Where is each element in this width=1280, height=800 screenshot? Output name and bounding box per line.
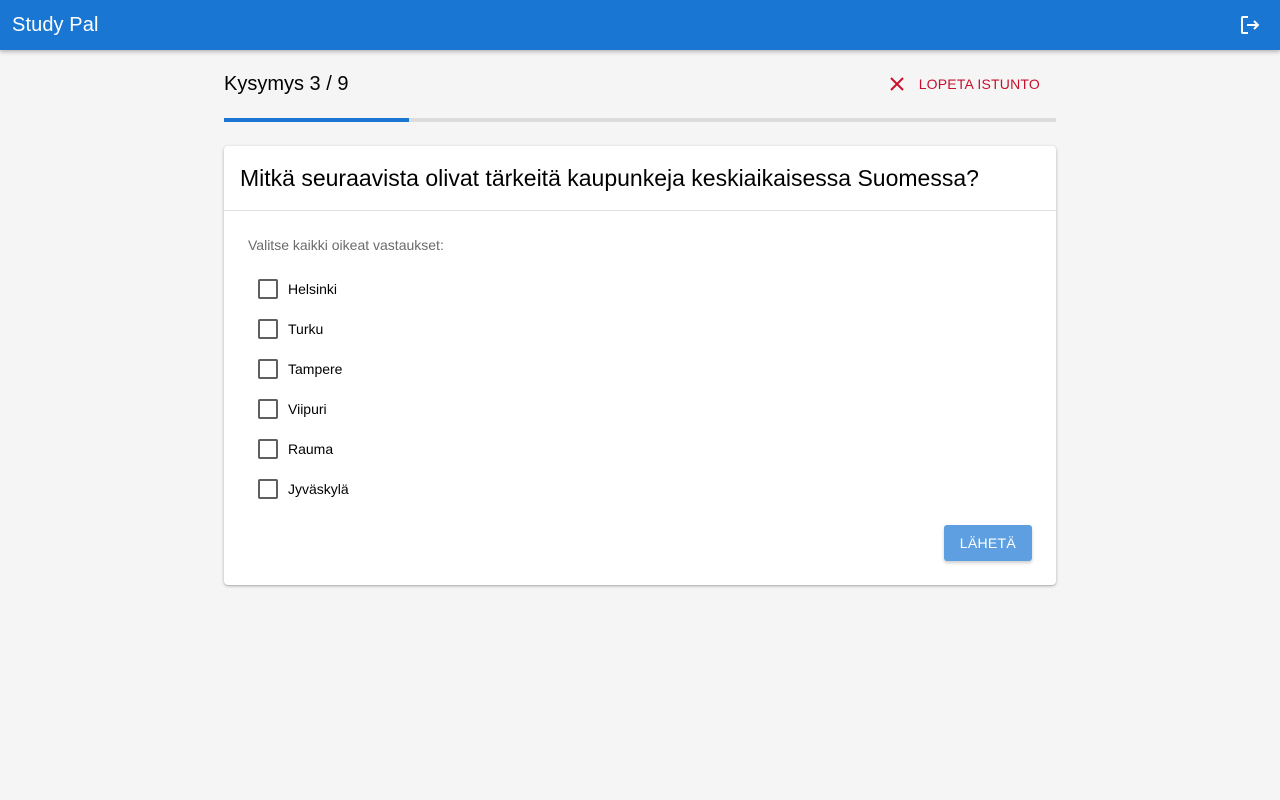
card-actions: LÄHETÄ bbox=[248, 525, 1032, 561]
answer-option-label: Tampere bbox=[288, 361, 343, 377]
logout-icon bbox=[1241, 16, 1260, 34]
quit-session-label: LOPETA ISTUNTO bbox=[918, 76, 1040, 92]
close-icon bbox=[889, 77, 904, 91]
answer-option-label: Turku bbox=[288, 321, 324, 337]
question-progress-label: Kysymys 3 / 9 bbox=[224, 72, 349, 95]
answer-option[interactable]: Turku bbox=[248, 309, 1032, 349]
app-title: Study Pal bbox=[12, 13, 99, 36]
answer-option-label: Rauma bbox=[288, 441, 334, 457]
quit-session-button[interactable]: LOPETA ISTUNTO bbox=[873, 68, 1056, 100]
question-text: Mitkä seuraavista olivat tärkeitä kaupun… bbox=[240, 164, 979, 191]
quiz-content: Kysymys 3 / 9 LOPETA ISTUNTO Mitkä seura… bbox=[224, 50, 1056, 585]
answer-checkbox[interactable] bbox=[258, 479, 278, 499]
question-header: Mitkä seuraavista olivat tärkeitä kaupun… bbox=[224, 146, 1056, 211]
answer-option-label: Jyväskylä bbox=[288, 481, 349, 497]
answer-option[interactable]: Helsinki bbox=[248, 269, 1032, 309]
answer-option[interactable]: Rauma bbox=[248, 429, 1032, 469]
session-header: Kysymys 3 / 9 LOPETA ISTUNTO bbox=[224, 50, 1056, 118]
logout-button[interactable] bbox=[1236, 11, 1264, 39]
progress-bar-fill bbox=[224, 118, 409, 122]
answer-options: Helsinki Turku Tampere Viipuri Rauma Jyv… bbox=[248, 269, 1032, 509]
answer-option[interactable]: Tampere bbox=[248, 349, 1032, 389]
answer-checkbox[interactable] bbox=[258, 279, 278, 299]
progress-bar bbox=[224, 118, 1056, 122]
answer-option-label: Helsinki bbox=[288, 281, 338, 297]
submit-button[interactable]: LÄHETÄ bbox=[943, 525, 1032, 561]
answer-option[interactable]: Jyväskylä bbox=[248, 469, 1032, 509]
app-bar: Study Pal bbox=[0, 0, 1280, 50]
answer-checkbox[interactable] bbox=[258, 319, 278, 339]
answer-checkbox[interactable] bbox=[258, 399, 278, 419]
question-body: Valitse kaikki oikeat vastaukset: Helsin… bbox=[224, 211, 1056, 585]
answer-option-label: Viipuri bbox=[288, 401, 327, 417]
answer-checkbox[interactable] bbox=[258, 439, 278, 459]
question-card: Mitkä seuraavista olivat tärkeitä kaupun… bbox=[224, 146, 1056, 585]
answer-instruction: Valitse kaikki oikeat vastaukset: bbox=[248, 237, 444, 253]
answer-option[interactable]: Viipuri bbox=[248, 389, 1032, 429]
answer-checkbox[interactable] bbox=[258, 359, 278, 379]
